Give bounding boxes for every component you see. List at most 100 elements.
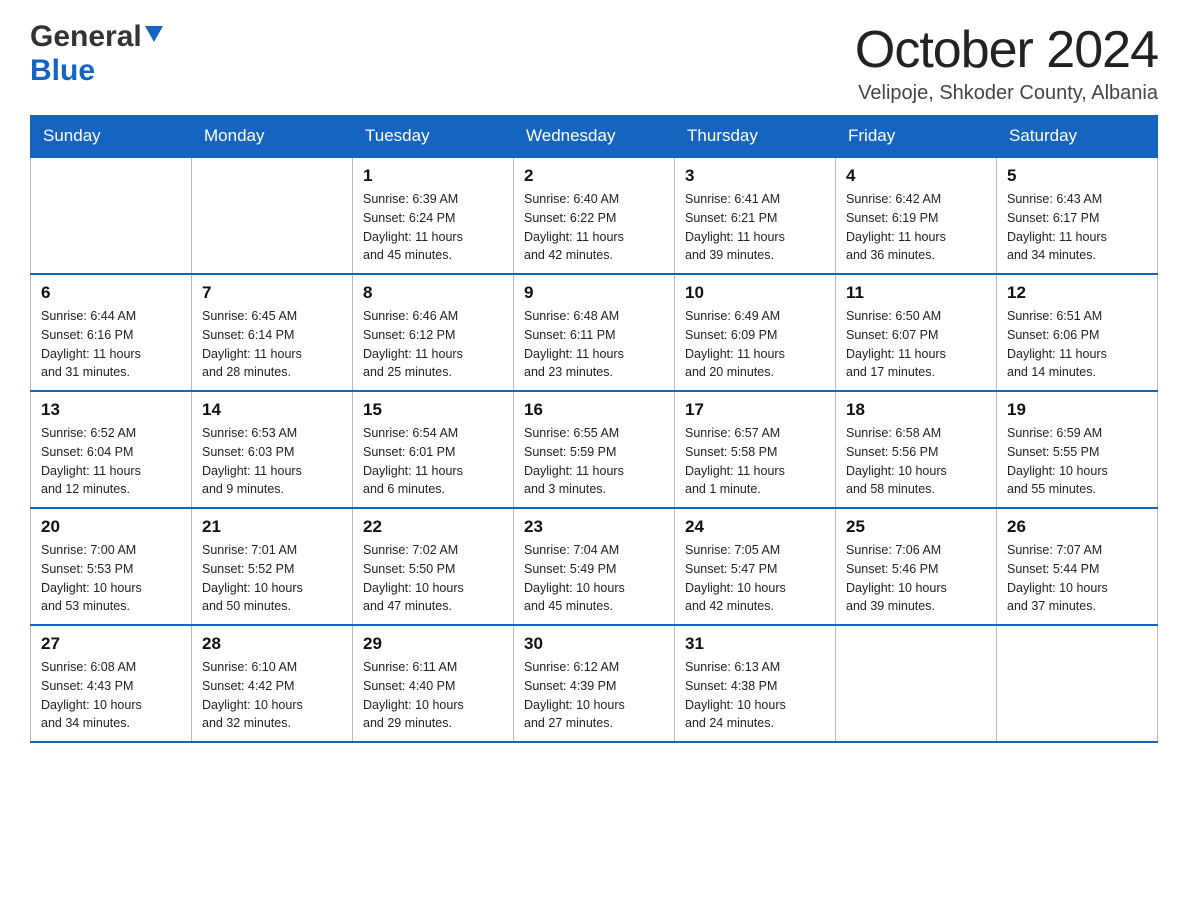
- calendar-cell: 1Sunrise: 6:39 AM Sunset: 6:24 PM Daylig…: [353, 157, 514, 274]
- calendar-cell: 5 Sunrise: 6:43 AM Sunset: 6:17 PM Daylig…: [997, 157, 1158, 274]
- day-info: Sunrise: 6:51 AM Sunset: 6:06 PM Dayligh…: [1007, 307, 1147, 382]
- day-info: Sunrise: 6:52 AM Sunset: 6:04 PM Dayligh…: [41, 424, 181, 499]
- day-info: Sunrise: 6:58 AM Sunset: 5:56 PM Dayligh…: [846, 424, 986, 499]
- calendar-cell: [192, 157, 353, 274]
- day-number: 2: [524, 166, 664, 186]
- day-number: 29: [363, 634, 503, 654]
- day-number: 26: [1007, 517, 1147, 537]
- day-number: 19: [1007, 400, 1147, 420]
- day-number: 20: [41, 517, 181, 537]
- day-info: Sunrise: 6:59 AM Sunset: 5:55 PM Dayligh…: [1007, 424, 1147, 499]
- day-info: Sunrise: 6:41 AM Sunset: 6:21 PM Dayligh…: [685, 190, 825, 265]
- calendar-cell: 22Sunrise: 7:02 AM Sunset: 5:50 PM Dayli…: [353, 508, 514, 625]
- day-info: Sunrise: 6:53 AM Sunset: 6:03 PM Dayligh…: [202, 424, 342, 499]
- calendar-cell: 21 Sunrise: 7:01 AM Sunset: 5:52 PM Dayli…: [192, 508, 353, 625]
- day-number: 25: [846, 517, 986, 537]
- calendar-cell: 4 Sunrise: 6:42 AM Sunset: 6:19 PM Daylig…: [836, 157, 997, 274]
- day-info: Sunrise: 6:55 AM Sunset: 5:59 PM Dayligh…: [524, 424, 664, 499]
- day-number: 5: [1007, 166, 1147, 186]
- day-number: 6: [41, 283, 181, 303]
- calendar-cell: 10Sunrise: 6:49 AM Sunset: 6:09 PM Dayli…: [675, 274, 836, 391]
- day-number: 10: [685, 283, 825, 303]
- calendar-cell: 29 Sunrise: 6:11 AM Sunset: 4:40 PM Dayli…: [353, 625, 514, 742]
- calendar-cell: 11Sunrise: 6:50 AM Sunset: 6:07 PM Dayli…: [836, 274, 997, 391]
- logo-general-text: General: [30, 20, 142, 54]
- day-info: Sunrise: 6:44 AM Sunset: 6:16 PM Dayligh…: [41, 307, 181, 382]
- day-number: 8: [363, 283, 503, 303]
- day-info: Sunrise: 7:01 AM Sunset: 5:52 PM Dayligh…: [202, 541, 342, 616]
- week-row-2: 6 Sunrise: 6:44 AM Sunset: 6:16 PM Daylig…: [31, 274, 1158, 391]
- calendar-cell: 17 Sunrise: 6:57 AM Sunset: 5:58 PM Dayli…: [675, 391, 836, 508]
- calendar-cell: 12Sunrise: 6:51 AM Sunset: 6:06 PM Dayli…: [997, 274, 1158, 391]
- calendar-cell: 8Sunrise: 6:46 AM Sunset: 6:12 PM Daylig…: [353, 274, 514, 391]
- calendar-cell: 24 Sunrise: 7:05 AM Sunset: 5:47 PM Dayli…: [675, 508, 836, 625]
- day-info: Sunrise: 6:54 AM Sunset: 6:01 PM Dayligh…: [363, 424, 503, 499]
- calendar-cell: [997, 625, 1158, 742]
- day-info: Sunrise: 7:05 AM Sunset: 5:47 PM Dayligh…: [685, 541, 825, 616]
- calendar-cell: 27 Sunrise: 6:08 AM Sunset: 4:43 PM Dayli…: [31, 625, 192, 742]
- day-info: Sunrise: 6:13 AM Sunset: 4:38 PM Dayligh…: [685, 658, 825, 733]
- day-info: Sunrise: 6:10 AM Sunset: 4:42 PM Dayligh…: [202, 658, 342, 733]
- weekday-header-friday: Friday: [836, 116, 997, 158]
- calendar-cell: 16 Sunrise: 6:55 AM Sunset: 5:59 PM Dayli…: [514, 391, 675, 508]
- day-info: Sunrise: 6:11 AM Sunset: 4:40 PM Dayligh…: [363, 658, 503, 733]
- calendar-cell: 28 Sunrise: 6:10 AM Sunset: 4:42 PM Dayli…: [192, 625, 353, 742]
- day-number: 15: [363, 400, 503, 420]
- day-number: 30: [524, 634, 664, 654]
- day-info: Sunrise: 6:08 AM Sunset: 4:43 PM Dayligh…: [41, 658, 181, 733]
- day-info: Sunrise: 6:43 AM Sunset: 6:17 PM Dayligh…: [1007, 190, 1147, 265]
- calendar-cell: 6 Sunrise: 6:44 AM Sunset: 6:16 PM Daylig…: [31, 274, 192, 391]
- week-row-3: 13 Sunrise: 6:52 AM Sunset: 6:04 PM Dayli…: [31, 391, 1158, 508]
- day-number: 9: [524, 283, 664, 303]
- day-number: 3: [685, 166, 825, 186]
- calendar-cell: 30 Sunrise: 6:12 AM Sunset: 4:39 PM Dayli…: [514, 625, 675, 742]
- week-row-4: 20 Sunrise: 7:00 AM Sunset: 5:53 PM Dayli…: [31, 508, 1158, 625]
- logo-blue-text: Blue: [30, 54, 95, 87]
- calendar-cell: 3 Sunrise: 6:41 AM Sunset: 6:21 PM Daylig…: [675, 157, 836, 274]
- calendar-cell: 14 Sunrise: 6:53 AM Sunset: 6:03 PM Dayli…: [192, 391, 353, 508]
- day-number: 31: [685, 634, 825, 654]
- day-number: 24: [685, 517, 825, 537]
- logo: General Blue: [30, 20, 163, 88]
- calendar-cell: 25Sunrise: 7:06 AM Sunset: 5:46 PM Dayli…: [836, 508, 997, 625]
- calendar-cell: [836, 625, 997, 742]
- header: General Blue October 2024 Velipoje, Shko…: [30, 20, 1158, 105]
- day-number: 28: [202, 634, 342, 654]
- calendar-cell: 31 Sunrise: 6:13 AM Sunset: 4:38 PM Dayli…: [675, 625, 836, 742]
- weekday-header-thursday: Thursday: [675, 116, 836, 158]
- day-info: Sunrise: 6:45 AM Sunset: 6:14 PM Dayligh…: [202, 307, 342, 382]
- calendar-cell: 7Sunrise: 6:45 AM Sunset: 6:14 PM Daylig…: [192, 274, 353, 391]
- title-area: October 2024 Velipoje, Shkoder County, A…: [855, 20, 1158, 105]
- weekday-header-monday: Monday: [192, 116, 353, 158]
- calendar-cell: 13 Sunrise: 6:52 AM Sunset: 6:04 PM Dayli…: [31, 391, 192, 508]
- location-subtitle: Velipoje, Shkoder County, Albania: [855, 82, 1158, 105]
- month-title: October 2024: [855, 20, 1158, 80]
- day-number: 18: [846, 400, 986, 420]
- day-info: Sunrise: 6:50 AM Sunset: 6:07 PM Dayligh…: [846, 307, 986, 382]
- logo-triangle-icon: [145, 26, 163, 44]
- day-info: Sunrise: 6:12 AM Sunset: 4:39 PM Dayligh…: [524, 658, 664, 733]
- day-number: 14: [202, 400, 342, 420]
- day-info: Sunrise: 6:42 AM Sunset: 6:19 PM Dayligh…: [846, 190, 986, 265]
- calendar-cell: 18 Sunrise: 6:58 AM Sunset: 5:56 PM Dayli…: [836, 391, 997, 508]
- day-number: 13: [41, 400, 181, 420]
- day-number: 16: [524, 400, 664, 420]
- day-number: 4: [846, 166, 986, 186]
- day-number: 17: [685, 400, 825, 420]
- calendar-cell: [31, 157, 192, 274]
- calendar-table: SundayMondayTuesdayWednesdayThursdayFrid…: [30, 115, 1158, 743]
- day-number: 23: [524, 517, 664, 537]
- day-number: 27: [41, 634, 181, 654]
- day-info: Sunrise: 6:40 AM Sunset: 6:22 PM Dayligh…: [524, 190, 664, 265]
- calendar-cell: 26Sunrise: 7:07 AM Sunset: 5:44 PM Dayli…: [997, 508, 1158, 625]
- weekday-header-wednesday: Wednesday: [514, 116, 675, 158]
- day-number: 22: [363, 517, 503, 537]
- day-info: Sunrise: 7:00 AM Sunset: 5:53 PM Dayligh…: [41, 541, 181, 616]
- weekday-header-tuesday: Tuesday: [353, 116, 514, 158]
- weekday-header-saturday: Saturday: [997, 116, 1158, 158]
- calendar-cell: 20 Sunrise: 7:00 AM Sunset: 5:53 PM Dayli…: [31, 508, 192, 625]
- calendar-cell: 2 Sunrise: 6:40 AM Sunset: 6:22 PM Daylig…: [514, 157, 675, 274]
- day-info: Sunrise: 6:57 AM Sunset: 5:58 PM Dayligh…: [685, 424, 825, 499]
- day-info: Sunrise: 6:48 AM Sunset: 6:11 PM Dayligh…: [524, 307, 664, 382]
- day-number: 21: [202, 517, 342, 537]
